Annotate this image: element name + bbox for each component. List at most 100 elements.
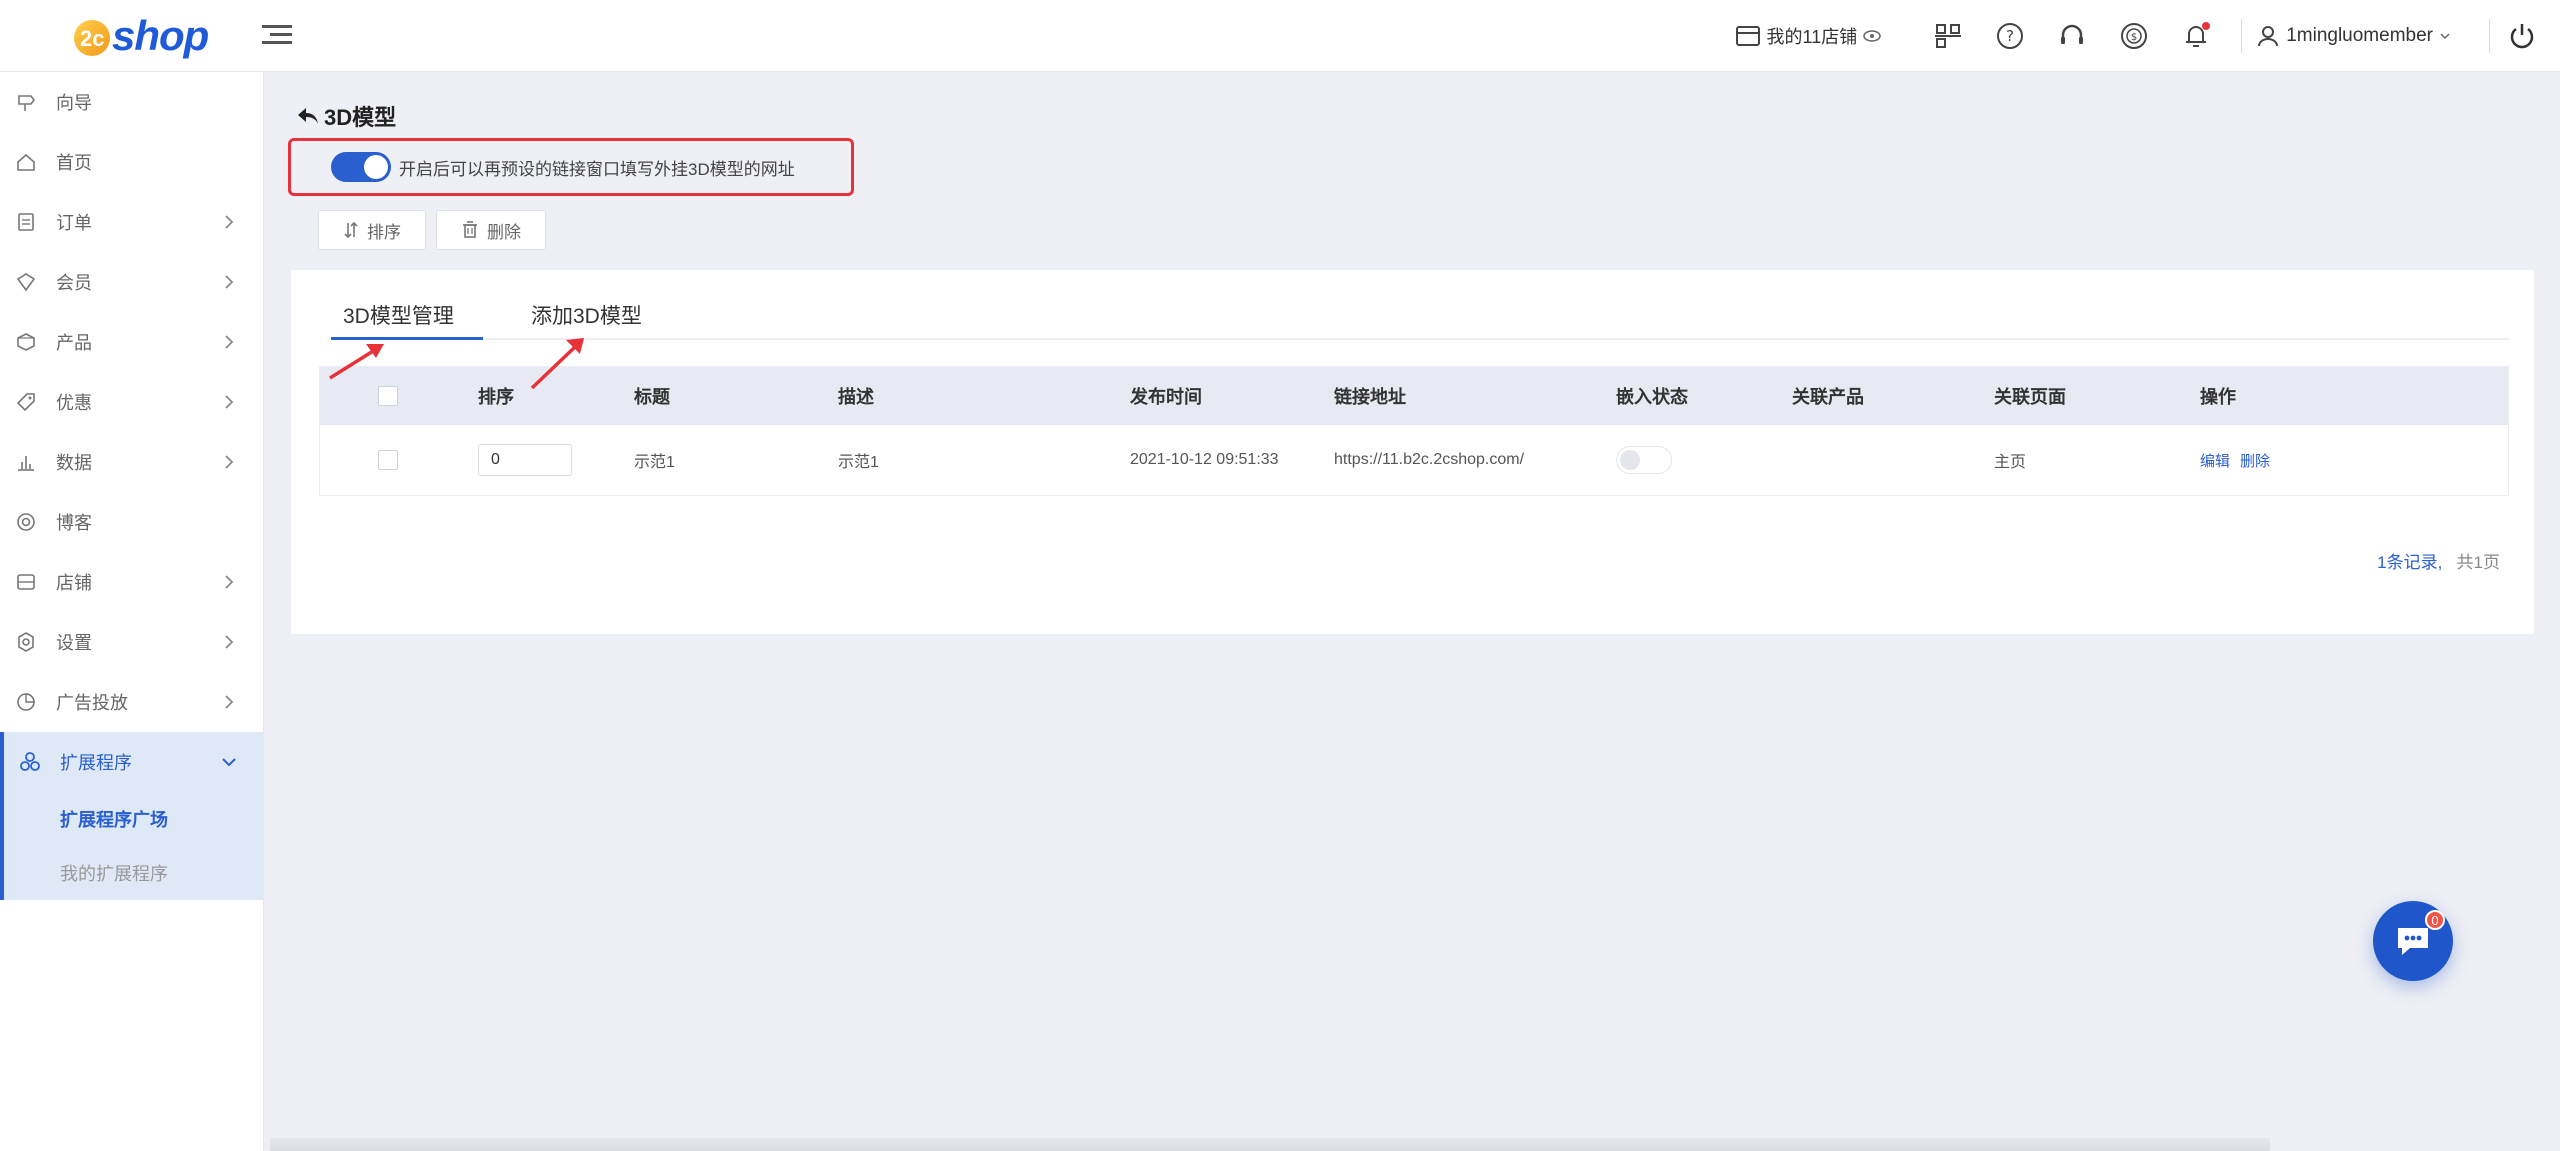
sidebar-item-data[interactable]: 数据 <box>0 432 263 492</box>
extension-icon <box>18 750 42 774</box>
store-switcher[interactable]: 我的11店铺 <box>1735 23 1882 49</box>
delete-button-label: 删除 <box>487 222 521 242</box>
col-page: 关联页面 <box>1994 387 2066 407</box>
chart-icon <box>14 450 38 474</box>
toolbar: 排序 删除 <box>318 210 546 250</box>
cell-title: 示范1 <box>634 454 675 471</box>
sidebar-item-extensions[interactable]: 扩展程序 <box>4 732 263 792</box>
chevron-right-icon <box>225 215 234 229</box>
page-count: 共1页 <box>2456 553 2500 572</box>
trash-icon <box>463 221 477 238</box>
sidebar-item-members[interactable]: 会员 <box>0 252 263 312</box>
sidebar-item-label: 数据 <box>56 453 92 473</box>
col-title: 标题 <box>634 387 670 407</box>
model-table: 排序 标题 描述 发布时间 链接地址 嵌入状态 关联产品 关联页面 操作 0 示… <box>319 366 2509 496</box>
sidebar-item-coupons[interactable]: 优惠 <box>0 372 263 432</box>
sidebar-item-ads[interactable]: 广告投放 <box>0 672 263 732</box>
table-header: 排序 标题 描述 发布时间 链接地址 嵌入状态 关联产品 关联页面 操作 <box>320 367 2508 425</box>
sidebar-item-label: 扩展程序 <box>60 753 132 773</box>
select-all-checkbox[interactable] <box>378 386 398 406</box>
headset-icon[interactable] <box>2056 20 2088 52</box>
home-icon <box>14 150 38 174</box>
sort-button[interactable]: 排序 <box>318 210 426 250</box>
tab-model-management[interactable]: 3D模型管理 <box>331 292 483 340</box>
back-arrow-icon <box>298 108 318 124</box>
col-desc: 描述 <box>838 387 874 407</box>
delete-link[interactable]: 删除 <box>2240 450 2270 471</box>
toggle-label: 开启后可以再预设的链接窗口填写外挂3D模型的网址 <box>399 159 795 179</box>
embed-toggle[interactable] <box>1616 446 1672 474</box>
sidebar-item-settings[interactable]: 设置 <box>0 612 263 672</box>
sidebar-item-guide[interactable]: 向导 <box>0 72 263 132</box>
order-icon <box>14 210 38 234</box>
row-checkbox[interactable] <box>378 450 398 470</box>
header-divider <box>2241 19 2243 53</box>
sidebar-item-orders[interactable]: 订单 <box>0 192 263 252</box>
annotation-arrow <box>329 344 384 380</box>
sort-button-label: 排序 <box>367 222 401 242</box>
qrcode-icon[interactable] <box>1932 20 1964 52</box>
chat-badge: 0 <box>2425 910 2445 930</box>
logo-text: shop <box>112 12 209 59</box>
sidebar-item-label: 订单 <box>56 213 92 233</box>
sidebar-item-blog[interactable]: 博客 <box>0 492 263 552</box>
store-label: 我的11店铺 <box>1766 27 1858 47</box>
sidebar-item-store[interactable]: 店铺 <box>0 552 263 612</box>
blog-icon <box>14 510 38 534</box>
col-product: 关联产品 <box>1792 387 1864 407</box>
store-icon <box>1735 26 1760 46</box>
cell-page: 主页 <box>1994 454 2027 471</box>
external-model-toggle[interactable] <box>331 152 391 182</box>
chat-button[interactable]: 0 <box>2373 901 2453 981</box>
ads-icon <box>14 690 38 714</box>
record-count: 1条记录, <box>2377 553 2443 572</box>
page-title[interactable]: 3D模型 <box>296 100 396 132</box>
chevron-right-icon <box>225 395 234 409</box>
col-sort[interactable]: 排序 <box>478 367 514 425</box>
edit-link[interactable]: 编辑 <box>2200 450 2230 471</box>
sidebar-item-home[interactable]: 首页 <box>0 132 263 192</box>
sidebar-item-label: 广告投放 <box>56 693 128 713</box>
sidebar-subitem-my-extensions[interactable]: 我的扩展程序 <box>4 846 263 900</box>
sidebar-item-label: 首页 <box>56 153 92 173</box>
logo[interactable]: 2c shop <box>74 8 209 64</box>
chat-icon <box>2398 928 2428 955</box>
sort-order-input[interactable]: 0 <box>478 444 572 476</box>
col-embed: 嵌入状态 <box>1616 387 1688 407</box>
eye-icon <box>1863 30 1881 42</box>
sidebar-item-label: 产品 <box>56 333 92 353</box>
sidebar-group-extensions: 扩展程序 扩展程序广场 我的扩展程序 <box>0 732 263 900</box>
delete-button[interactable]: 删除 <box>436 210 546 250</box>
chevron-right-icon <box>225 575 234 589</box>
logo-mark: 2c <box>74 16 110 56</box>
svg-text:$: $ <box>2131 32 2137 43</box>
sidebar: 向导 首页 订单 会员 产品 优惠 数据 博客 店铺 设置 广告投放 扩展程序 … <box>0 72 264 1151</box>
sidebar-item-label: 设置 <box>56 633 92 653</box>
sidebar-item-products[interactable]: 产品 <box>0 312 263 372</box>
svg-text:?: ? <box>2006 27 2014 45</box>
help-icon[interactable]: ? <box>1994 20 2026 52</box>
tab-bar: 3D模型管理 添加3D模型 <box>331 292 2509 340</box>
store-icon <box>14 570 38 594</box>
chevron-right-icon <box>225 275 234 289</box>
chevron-right-icon <box>225 695 234 709</box>
power-icon[interactable] <box>2504 18 2540 54</box>
chevron-down-icon <box>222 758 236 767</box>
sidebar-subitem-extension-market[interactable]: 扩展程序广场 <box>4 792 263 846</box>
cell-link: https://11.b2c.2cshop.com/ <box>1334 451 1525 468</box>
member-icon <box>14 270 38 294</box>
pagination: 1条记录, 共1页 <box>2377 548 2500 573</box>
top-bar: 2c shop 我的11店铺 ? $ 1mingluomember <box>0 0 2560 72</box>
bell-icon[interactable] <box>2180 20 2212 52</box>
currency-icon[interactable]: $ <box>2118 20 2150 52</box>
table-row: 0 示范1 示范1 2021-10-12 09:51:33 https://11… <box>320 425 2508 495</box>
settings-icon <box>14 630 38 654</box>
col-ops: 操作 <box>2200 387 2236 407</box>
tab-add-model[interactable]: 添加3D模型 <box>531 292 691 340</box>
chevron-right-icon <box>225 635 234 649</box>
user-menu[interactable]: 1mingluomember <box>2256 24 2451 48</box>
coupon-icon <box>14 390 38 414</box>
cell-published: 2021-10-12 09:51:33 <box>1130 451 1279 468</box>
menu-toggle-icon[interactable] <box>262 20 292 50</box>
signpost-icon <box>14 90 38 114</box>
